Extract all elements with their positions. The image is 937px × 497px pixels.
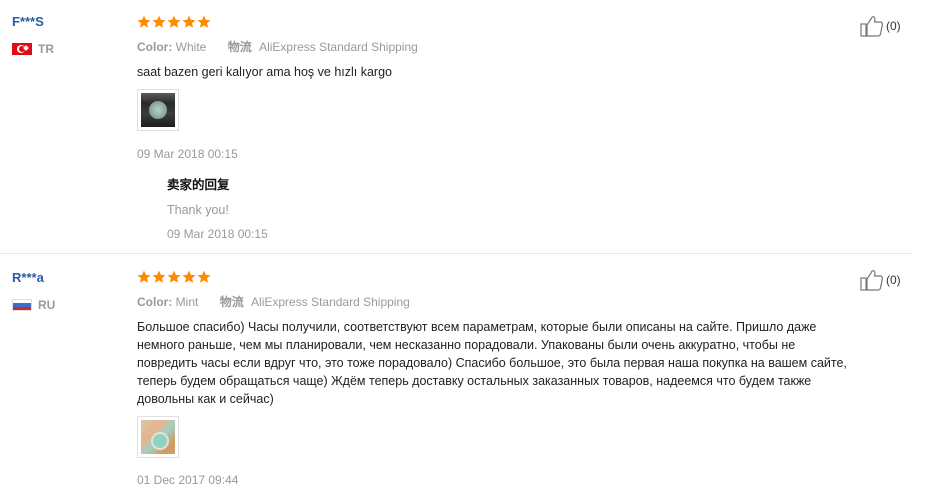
turkey-flag-icon bbox=[12, 43, 32, 55]
review-text-line: Большое спасибо) Часы получили, соответс… bbox=[137, 320, 817, 334]
seller-reply-title: 卖家的回复 bbox=[167, 178, 230, 192]
review-date: 09 Mar 2018 00:15 bbox=[137, 147, 238, 161]
star-icon bbox=[137, 15, 151, 28]
helpful-count: (0) bbox=[886, 273, 901, 287]
color-value: White bbox=[175, 40, 207, 54]
order-info: Color: Mint 物流 AliExpress Standard Shipp… bbox=[137, 293, 410, 310]
star-icon bbox=[167, 270, 181, 283]
star-icon bbox=[197, 15, 211, 28]
color-value: Mint bbox=[175, 295, 199, 309]
review-date: 01 Dec 2017 09:44 bbox=[137, 473, 239, 487]
review-item: R***a RU Color: Mint 物流 AliExpress Stand… bbox=[0, 256, 912, 497]
review-text-line: теперь будем обращаться чаще) Ждём тепер… bbox=[137, 374, 812, 388]
rating-stars bbox=[137, 15, 211, 29]
helpful-button[interactable]: (0) bbox=[860, 15, 901, 37]
reviewer-country: RU bbox=[12, 298, 55, 312]
review-text-line: довольны как и сейчас) bbox=[137, 392, 274, 406]
watch-photo-thumbnail bbox=[141, 93, 175, 127]
star-icon bbox=[152, 15, 166, 28]
review-photo[interactable] bbox=[137, 416, 179, 458]
review-item: F***S TR Color: White 物流 AliExpress Stan… bbox=[0, 0, 912, 254]
seller-reply: 卖家的回复 Thank you! 09 Mar 2018 00:15 bbox=[167, 174, 268, 241]
review-text-line: повредить часы если вдруг что, это тоже … bbox=[137, 356, 847, 370]
order-info: Color: White 物流 AliExpress Standard Ship… bbox=[137, 38, 418, 55]
thumb-up-icon bbox=[860, 16, 884, 37]
rating-stars bbox=[137, 270, 211, 284]
review-photo[interactable] bbox=[137, 89, 179, 131]
reviewer-name: F***S bbox=[12, 14, 44, 29]
shipping-label: 物流 bbox=[227, 40, 252, 54]
shipping-value: AliExpress Standard Shipping bbox=[259, 40, 418, 54]
shipping-value: AliExpress Standard Shipping bbox=[251, 295, 410, 309]
helpful-count: (0) bbox=[886, 19, 901, 33]
seller-reply-date: 09 Mar 2018 00:15 bbox=[167, 227, 268, 241]
seller-reply-text: Thank you! bbox=[167, 203, 229, 217]
star-icon bbox=[182, 15, 196, 28]
review-text-line: немного раньше, чем мы планировали, чем … bbox=[137, 338, 796, 352]
helpful-button[interactable]: (0) bbox=[860, 269, 901, 291]
review-text: saat bazen geri kalıyor ama hoş ve hızlı… bbox=[137, 65, 392, 79]
star-icon bbox=[197, 270, 211, 283]
star-icon bbox=[137, 270, 151, 283]
country-code: RU bbox=[38, 298, 56, 312]
star-icon bbox=[152, 270, 166, 283]
color-label: Color: bbox=[137, 295, 173, 309]
color-label: Color: bbox=[137, 40, 173, 54]
clock-photo-thumbnail bbox=[141, 420, 175, 454]
thumb-up-icon bbox=[860, 270, 884, 291]
review-text: Большое спасибо) Часы получили, соответс… bbox=[137, 318, 877, 408]
russia-flag-icon bbox=[12, 299, 32, 311]
country-code: TR bbox=[38, 42, 54, 56]
star-icon bbox=[182, 270, 196, 283]
shipping-label: 物流 bbox=[219, 295, 244, 309]
star-icon bbox=[167, 15, 181, 28]
reviewer-country: TR bbox=[12, 42, 54, 56]
reviewer-name: R***a bbox=[12, 270, 44, 285]
